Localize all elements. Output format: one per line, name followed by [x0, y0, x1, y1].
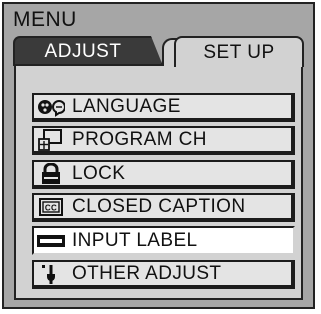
menu-item-program-ch-label: PROGRAM CH	[72, 128, 207, 150]
language-icon	[36, 96, 66, 118]
menu-item-input-label[interactable]: INPUT LABEL	[32, 226, 295, 255]
lock-icon	[36, 162, 66, 185]
menu-item-other-adjust-label: OTHER ADJUST	[72, 262, 222, 284]
input-label-icon	[36, 230, 66, 252]
closed-caption-icon: CC	[36, 196, 66, 218]
menu-item-closed-caption[interactable]: CC CLOSED CAPTION	[32, 193, 295, 222]
other-adjust-icon	[36, 263, 66, 285]
tab-adjust[interactable]: ADJUST	[13, 36, 163, 66]
tab-setup-label: SET UP	[203, 41, 275, 63]
tab-adjust-label: ADJUST	[44, 41, 122, 62]
menu-title: MENU	[13, 8, 77, 31]
menu-item-lock[interactable]: LOCK	[32, 160, 295, 189]
closed-caption-badge: CC	[45, 203, 57, 212]
menu-item-input-label-label: INPUT LABEL	[72, 229, 198, 251]
menu-item-closed-caption-label: CLOSED CAPTION	[72, 195, 246, 217]
menu-window: MENU ADJUST SET UP LANGUAGE PROGRAM CH L…	[2, 2, 315, 309]
menu-item-language[interactable]: LANGUAGE	[32, 93, 295, 122]
tab-setup[interactable]: SET UP	[174, 36, 304, 67]
program-channel-icon	[36, 128, 66, 151]
menu-item-lock-label: LOCK	[72, 162, 126, 184]
menu-item-other-adjust[interactable]: OTHER ADJUST	[32, 260, 295, 289]
menu-item-program-ch[interactable]: PROGRAM CH	[32, 126, 295, 155]
menu-item-language-label: LANGUAGE	[72, 95, 181, 117]
